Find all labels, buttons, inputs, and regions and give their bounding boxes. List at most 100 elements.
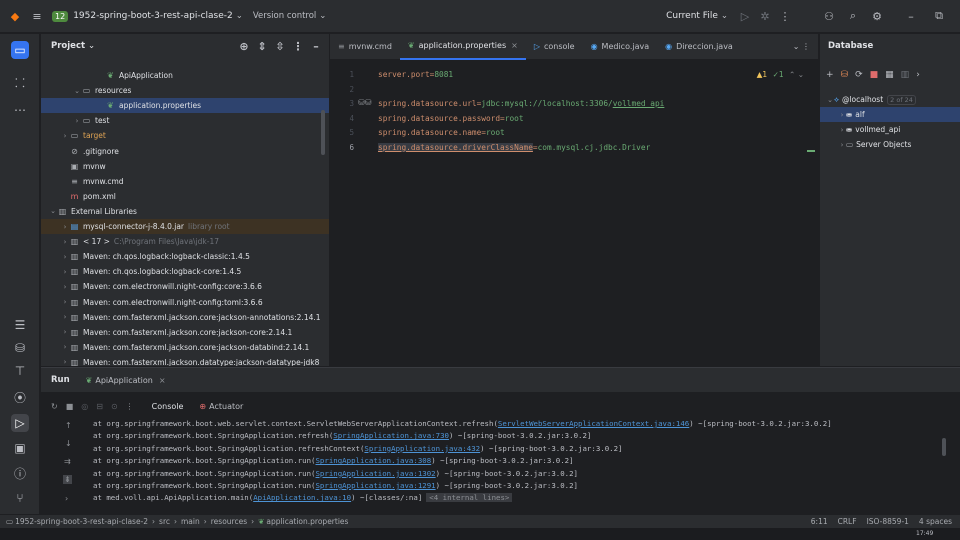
disconnect-icon[interactable]: ■	[870, 70, 879, 80]
build-tool-icon[interactable]: ⊤	[11, 362, 29, 380]
db-schema-alf[interactable]: › ⛂ alf	[820, 107, 960, 122]
database-side-icon[interactable]: ⛁	[11, 339, 29, 357]
run-tool-icon[interactable]: ▷	[11, 414, 29, 432]
chevron-right-icon[interactable]: ›	[61, 223, 69, 231]
hide-icon[interactable]: –	[309, 39, 323, 53]
chevron-down-icon[interactable]: ⌄	[49, 207, 57, 215]
problems-tool-icon[interactable]: ⓘ	[11, 464, 29, 482]
scroll-end-icon[interactable]: ⇟	[63, 475, 72, 484]
db-schema-vollmed[interactable]: › ⛂ vollmed_api	[820, 122, 960, 137]
scroll-down-icon[interactable]: ↓	[65, 439, 72, 448]
services-tool-icon[interactable]: ☰	[11, 316, 29, 334]
db-server-objects[interactable]: › ▭ Server Objects	[820, 137, 960, 152]
property-value-schema[interactable]: vollmed_api	[613, 99, 665, 108]
project-widget[interactable]: 12 1952-spring-boot-3-rest-api-clase-2 ⌄	[52, 0, 243, 32]
project-tool-icon[interactable]: ▭	[11, 41, 29, 59]
chevron-right-icon[interactable]: ›	[61, 253, 69, 261]
editor-tab[interactable]: ▷ console	[526, 34, 583, 60]
stacktrace-link[interactable]: ApiApplication.java:10	[253, 493, 351, 502]
data-source-icon[interactable]: ⛁	[841, 70, 849, 80]
chevron-right-icon[interactable]: ›	[61, 328, 69, 336]
zoom-icon[interactable]: ⊙	[111, 402, 118, 411]
expand-all-icon[interactable]: ⇕	[255, 39, 269, 53]
run-config-selector[interactable]: Current File ⌄	[666, 0, 728, 32]
run-config-tab[interactable]: ❦ ApiApplication ×	[86, 376, 166, 385]
tree-scrollbar[interactable]	[321, 110, 325, 155]
caret-position[interactable]: 6:11	[811, 517, 828, 526]
run-tab-title[interactable]: Run	[51, 375, 70, 385]
tree-row[interactable]: ≡ mvnw.cmd	[41, 174, 329, 189]
breadcrumb-item[interactable]: resources	[211, 517, 247, 526]
breadcrumb-item[interactable]: main	[181, 517, 200, 526]
editor-tab[interactable]: ◉ Medico.java	[583, 34, 658, 60]
soft-wrap-icon[interactable]: ⇉	[64, 457, 71, 466]
indent-setting[interactable]: 4 spaces	[919, 517, 952, 526]
tree-row[interactable]: › ▤ mysql-connector-j-8.4.0.jar library roo…	[41, 219, 329, 234]
chevron-right-icon[interactable]: ›	[61, 358, 69, 366]
tree-row[interactable]: › ▭ target	[41, 128, 329, 143]
run-icon[interactable]: ▷	[738, 9, 752, 23]
breadcrumb-item[interactable]: 1952-spring-boot-3-rest-api-clase-2	[15, 517, 148, 526]
camera-icon[interactable]: ◎	[81, 402, 88, 411]
vcs-widget[interactable]: Version control ⌄	[253, 0, 327, 32]
line-separator[interactable]: CRLF	[838, 517, 857, 526]
git-tool-icon[interactable]: ⑂	[11, 489, 29, 507]
tree-row[interactable]: ⊘ .gitignore	[41, 144, 329, 159]
chevron-right-icon[interactable]: ›	[61, 343, 69, 351]
editor-tab[interactable]: ≡ mvnw.cmd	[330, 34, 400, 60]
stop-icon[interactable]: ■	[66, 402, 74, 411]
chevron-right-icon[interactable]: ›	[65, 494, 68, 503]
breadcrumb-item[interactable]: application.properties	[266, 517, 348, 526]
tree-row[interactable]: › ▭ test	[41, 113, 329, 128]
chevron-down-icon[interactable]: ⌄	[73, 87, 81, 95]
more-icon[interactable]: ⋮	[126, 402, 134, 411]
stacktrace-link[interactable]: ServletWebServerApplicationContext.java:…	[498, 419, 689, 428]
tree-row[interactable]: ⌄ ▭ resources	[41, 83, 329, 98]
main-menu-icon[interactable]: ≡	[26, 0, 48, 32]
chevron-right-icon[interactable]: ›	[61, 268, 69, 276]
folded-lines[interactable]: <4 internal lines>	[426, 493, 513, 503]
chevron-right-icon[interactable]: ›	[61, 238, 69, 246]
settings-icon[interactable]: ⚙	[870, 9, 884, 23]
tree-row[interactable]: m pom.xml	[41, 189, 329, 204]
file-encoding[interactable]: ISO-8859-1	[867, 517, 909, 526]
stacktrace-link[interactable]: SpringApplication.java:432	[364, 444, 480, 453]
editor-tab[interactable]: ❦ application.properties ×	[399, 34, 526, 60]
options-icon[interactable]: ⋮	[291, 39, 305, 53]
restore-icon[interactable]: ⧉	[932, 9, 946, 23]
close-icon[interactable]: ×	[511, 41, 518, 50]
scroll-up-icon[interactable]: ↑	[65, 421, 72, 430]
more-tools-icon[interactable]: ⋯	[11, 101, 29, 119]
chevron-right-icon[interactable]: ›	[61, 283, 69, 291]
db-host-row[interactable]: ⌄ ⟡ @localhost 2 of 24	[820, 92, 960, 107]
tree-row[interactable]: › ▥ Maven: com.fasterxml.jackson.core:jack…	[41, 325, 329, 340]
chevron-right-icon[interactable]: ›	[916, 70, 920, 80]
tree-row[interactable]: › ▥ Maven: com.electronwill.night-config:c…	[41, 279, 329, 294]
tree-row[interactable]: ❦ ApiApplication	[41, 68, 329, 83]
tab-overflow-icon[interactable]: ⌄ ⋮	[793, 42, 810, 51]
tree-row[interactable]: ▣ mvnw	[41, 159, 329, 174]
tree-row[interactable]: › ▥ Maven: com.fasterxml.jackson.core:jack…	[41, 340, 329, 355]
tree-row[interactable]: › ▥ < 17 > C:\Program Files\Java\jdk-17	[41, 234, 329, 249]
refresh-icon[interactable]: ⟳	[855, 70, 863, 80]
project-panel-title[interactable]: Project	[51, 41, 85, 51]
chevron-right-icon[interactable]: ›	[73, 117, 81, 125]
code-editor[interactable]: ▲1 ✓1 ⌃ ⌄ 1 server.port=8081 2 3 ⛁⛁ spring.da…	[330, 61, 818, 366]
table-icon[interactable]: ▦	[885, 70, 894, 80]
datasource-gutter-icon[interactable]: ⛁⛁	[358, 98, 371, 107]
structure-tool-icon[interactable]: ⸬	[11, 73, 29, 91]
console-scrollbar[interactable]	[942, 438, 946, 456]
search-icon[interactable]: ⌕	[846, 9, 860, 23]
grid-icon[interactable]: ▥	[901, 70, 910, 80]
stacktrace-link[interactable]: SpringApplication.java:308	[315, 456, 431, 465]
chevron-down-icon[interactable]: ⌄	[88, 41, 95, 51]
tree-row[interactable]: › ▥ Maven: com.fasterxml.jackson.core:jack…	[41, 310, 329, 325]
tree-row[interactable]: ⌄ ▥ External Libraries	[41, 204, 329, 219]
collapse-all-icon[interactable]: ⇳	[273, 39, 287, 53]
code-with-me-icon[interactable]: ⚇	[822, 9, 836, 23]
restore-layout-icon[interactable]: ⊟	[96, 402, 103, 411]
inspection-widget[interactable]: ▲1 ✓1 ⌃ ⌄	[757, 70, 804, 79]
terminal-tool-icon[interactable]: ▣	[11, 439, 29, 457]
editor-tab[interactable]: ◉ Direccion.java	[657, 34, 741, 60]
console-tab[interactable]: Console	[152, 402, 184, 411]
